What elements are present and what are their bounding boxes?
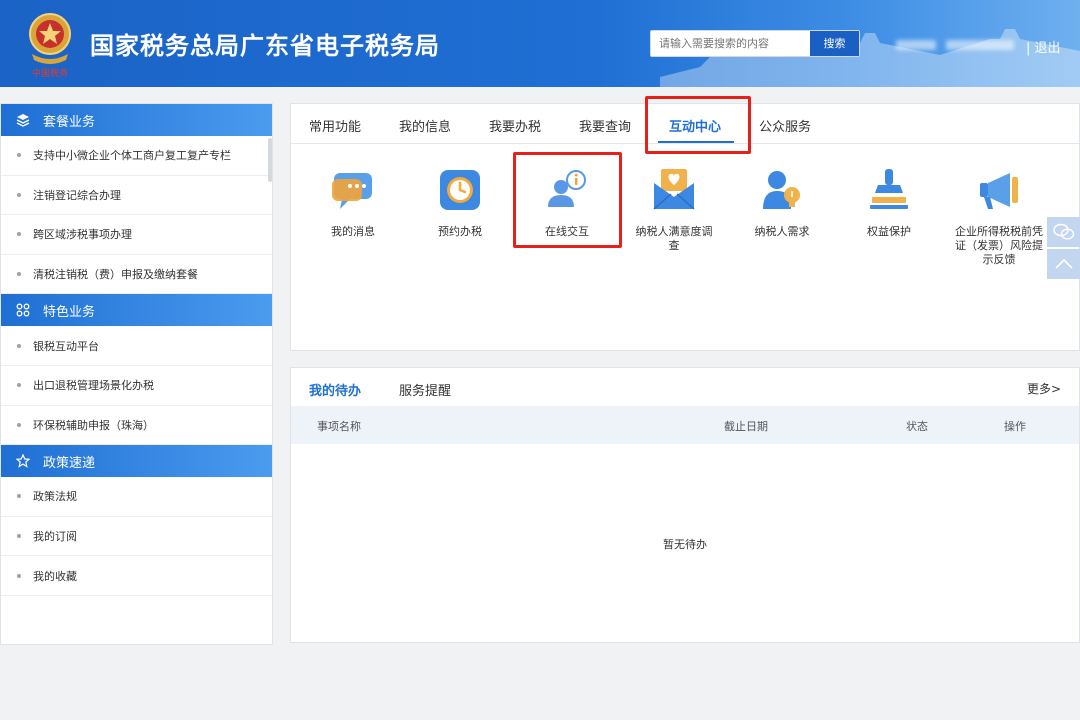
tab-public-services[interactable]: 公众服务	[759, 116, 811, 135]
bullet-dot	[17, 272, 21, 277]
user-idea-icon	[763, 171, 800, 209]
username-redacted	[946, 40, 1014, 50]
bullet-dot	[17, 494, 21, 499]
function-label: 权益保护	[867, 225, 911, 238]
todo-panel: 我的待办 服务提醒 更多> 事项名称 截止日期 状态 操作 暂无待办	[290, 367, 1080, 643]
highlight-frame-function	[513, 152, 622, 248]
search-input[interactable]	[651, 31, 811, 56]
envelope-heart-icon	[653, 169, 695, 210]
sidebar-item[interactable]: 出口退税管理场景化办税	[1, 366, 272, 406]
wechat-float-button[interactable]	[1047, 217, 1080, 247]
stamp-icon	[870, 169, 908, 209]
function-label: 预约办税	[438, 225, 482, 238]
sidebar-section-title: 套餐业务	[43, 114, 96, 130]
highlight-frame-tab	[645, 96, 751, 154]
svg-text:中国税务: 中国税务	[32, 67, 68, 79]
chevron-up-icon	[1054, 258, 1073, 269]
sidebar-item-label: 出口退税管理场景化办税	[33, 379, 154, 393]
todo-table-header: 事项名称 截止日期 状态 操作	[291, 406, 1079, 444]
sidebar-item-label: 环保税辅助申报（珠海）	[33, 418, 154, 432]
sidebar-section-header[interactable]: 特色业务	[1, 294, 272, 327]
tab-common-functions[interactable]: 常用功能	[309, 116, 361, 135]
search-button[interactable]: 搜索	[809, 31, 859, 56]
tab-service-reminder[interactable]: 服务提醒	[399, 380, 451, 399]
column-header-deadline: 截止日期	[724, 420, 768, 433]
message-icon	[332, 173, 372, 209]
bullet-dot	[17, 343, 21, 348]
sidebar-item[interactable]: 清税注销税（费）申报及缴纳套餐	[1, 255, 272, 295]
megaphone-icon	[980, 173, 1018, 209]
sidebar-item-label: 我的收藏	[33, 569, 77, 583]
function-taxpayer-needs[interactable]: 纳税人需求	[742, 167, 822, 239]
sidebar-scrollbar[interactable]	[268, 138, 272, 182]
sidebar-item-label: 银税互动平台	[33, 339, 99, 353]
function-my-messages[interactable]: 我的消息	[313, 167, 393, 239]
clock-icon	[440, 170, 480, 210]
function-label: 企业所得税税前凭证（发票）风险提示反馈	[955, 225, 1043, 266]
tab-my-todo[interactable]: 我的待办	[309, 380, 361, 399]
function-risk-feedback[interactable]: 企业所得税税前凭证（发票）风险提示反馈	[951, 167, 1047, 267]
column-header-status: 状态	[906, 420, 928, 433]
column-header-action: 操作	[1004, 420, 1026, 433]
function-rights-protection[interactable]: 权益保护	[849, 167, 929, 239]
function-satisfaction-survey[interactable]: 纳税人满意度调查	[634, 167, 714, 253]
tab-my-info[interactable]: 我的信息	[399, 116, 451, 135]
sidebar-item[interactable]: 我的收藏	[1, 556, 272, 596]
sidebar-item-label: 我的订阅	[33, 530, 77, 544]
sidebar-section-title: 政策速递	[43, 455, 96, 471]
function-label: 纳税人满意度调查	[635, 225, 713, 252]
bullet-dot	[17, 422, 21, 427]
sidebar-item[interactable]: 注销登记综合办理	[1, 176, 272, 216]
search-box: 搜索	[650, 30, 860, 57]
bullet-dot	[17, 153, 21, 158]
sidebar-section-header[interactable]: 政策速递	[1, 445, 272, 478]
sidebar-section-header[interactable]: 套餐业务	[1, 104, 272, 136]
sidebar-section-title: 特色业务	[43, 304, 96, 320]
site-title: 国家税务总局广东省电子税务局	[90, 32, 440, 60]
back-to-top-button[interactable]	[1047, 249, 1080, 279]
sidebar-item[interactable]: 我的订阅	[1, 517, 272, 557]
column-header-item: 事项名称	[317, 420, 361, 433]
sidebar-item-label: 政策法规	[33, 490, 77, 504]
bullet-dot	[17, 573, 21, 578]
tab-tax-handling[interactable]: 我要办税	[489, 116, 541, 135]
sidebar: 套餐业务 支持中小微企业个体工商户复工复产专栏 注销登记综合办理 跨区域涉税事项…	[0, 103, 273, 645]
function-appointment[interactable]: 预约办税	[420, 167, 500, 239]
bullet-dot	[17, 232, 21, 237]
bullet-dot	[17, 383, 21, 388]
empty-state-text: 暂无待办	[663, 538, 707, 551]
function-label: 我的消息	[331, 225, 375, 238]
grid-icon	[15, 302, 31, 318]
sidebar-item[interactable]: 跨区域涉税事项办理	[1, 215, 272, 255]
sidebar-item[interactable]: 支持中小微企业个体工商户复工复产专栏	[1, 136, 272, 176]
sidebar-item-label: 清税注销税（费）申报及缴纳套餐	[33, 268, 198, 282]
bullet-dot	[17, 534, 21, 539]
username-redacted	[896, 40, 936, 50]
layers-icon	[15, 112, 31, 128]
more-link[interactable]: 更多>	[1027, 380, 1061, 397]
tax-emblem-logo: 中国税务	[29, 13, 71, 79]
sidebar-item[interactable]: 政策法规	[1, 477, 272, 517]
sidebar-item-label: 支持中小微企业个体工商户复工复产专栏	[33, 149, 231, 163]
sidebar-item-label: 注销登记综合办理	[33, 188, 121, 202]
wechat-icon	[1052, 223, 1074, 240]
logout-link[interactable]: | 退出	[1026, 37, 1061, 56]
star-icon	[15, 453, 31, 469]
sidebar-item-label: 跨区域涉税事项办理	[33, 228, 132, 242]
tab-query[interactable]: 我要查询	[579, 116, 631, 135]
header-bar: 中国税务 国家税务总局广东省电子税务局 搜索 | 退出	[0, 0, 1080, 87]
function-label: 纳税人需求	[754, 225, 810, 238]
sidebar-item[interactable]: 银税互动平台	[1, 326, 272, 366]
sidebar-item[interactable]: 环保税辅助申报（珠海）	[1, 406, 272, 446]
bullet-dot	[17, 192, 21, 197]
